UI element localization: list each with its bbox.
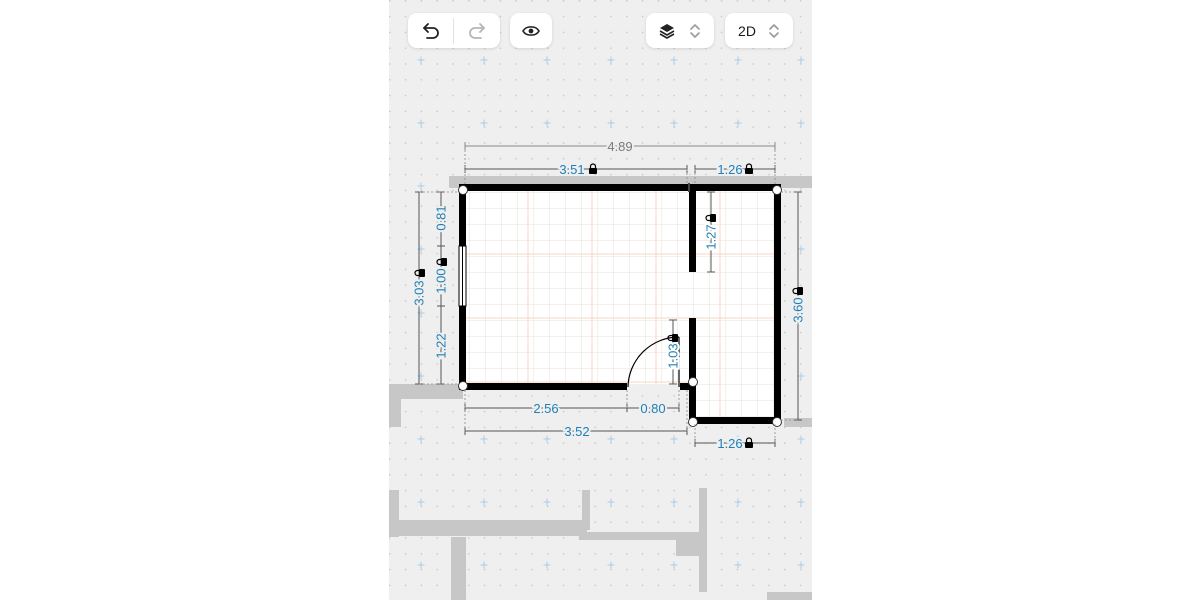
window[interactable] <box>458 245 467 307</box>
floor-plan-canvas[interactable]: 4.89 3.51 1.26 3.03 0.81 1.00 1.22 1.27 … <box>389 0 812 600</box>
view-mode-label: 2D <box>738 22 756 39</box>
layers-icon <box>659 23 675 39</box>
view-mode-selector[interactable]: 2D <box>725 13 793 48</box>
dimension-top-left-width[interactable]: 3.51 <box>557 160 586 179</box>
dimension-left-upper-segment[interactable]: 0.81 <box>432 203 451 232</box>
dimension-inner-wall-door[interactable]: 1.03 <box>664 341 683 370</box>
redo-arrow-icon <box>468 22 485 39</box>
undo-button[interactable] <box>408 13 453 48</box>
dimension-door-width[interactable]: 0.80 <box>638 399 667 418</box>
floor-plan-editor: 4.89 3.51 1.26 3.03 0.81 1.00 1.22 1.27 … <box>389 0 812 600</box>
layers-selector[interactable] <box>646 13 714 48</box>
dimension-top-right-width[interactable]: 1.26 <box>715 160 744 179</box>
dimension-left-window[interactable]: 1.00 <box>432 266 451 295</box>
dimension-bottom-width[interactable]: 3.52 <box>562 422 591 441</box>
eye-icon <box>522 25 540 36</box>
dimension-left-height[interactable]: 3.03 <box>410 278 429 307</box>
dimension-left-lower-segment[interactable]: 1.22 <box>432 331 451 360</box>
history-controls <box>408 13 500 48</box>
dimension-inner-wall-upper[interactable]: 1.27 <box>702 222 721 251</box>
undo-arrow-icon <box>422 22 439 39</box>
chevron-up-down-icon <box>769 23 779 38</box>
dimension-overall-width[interactable]: 4.89 <box>605 137 634 156</box>
dimension-bottom-left-segment[interactable]: 2.56 <box>531 399 560 418</box>
dimension-right-height[interactable]: 3.60 <box>789 295 808 324</box>
dimension-bottom-right-width[interactable]: 1.26 <box>715 434 744 453</box>
preview-button[interactable] <box>510 13 552 48</box>
redo-button[interactable] <box>454 13 499 48</box>
chevron-up-down-icon <box>690 23 700 38</box>
